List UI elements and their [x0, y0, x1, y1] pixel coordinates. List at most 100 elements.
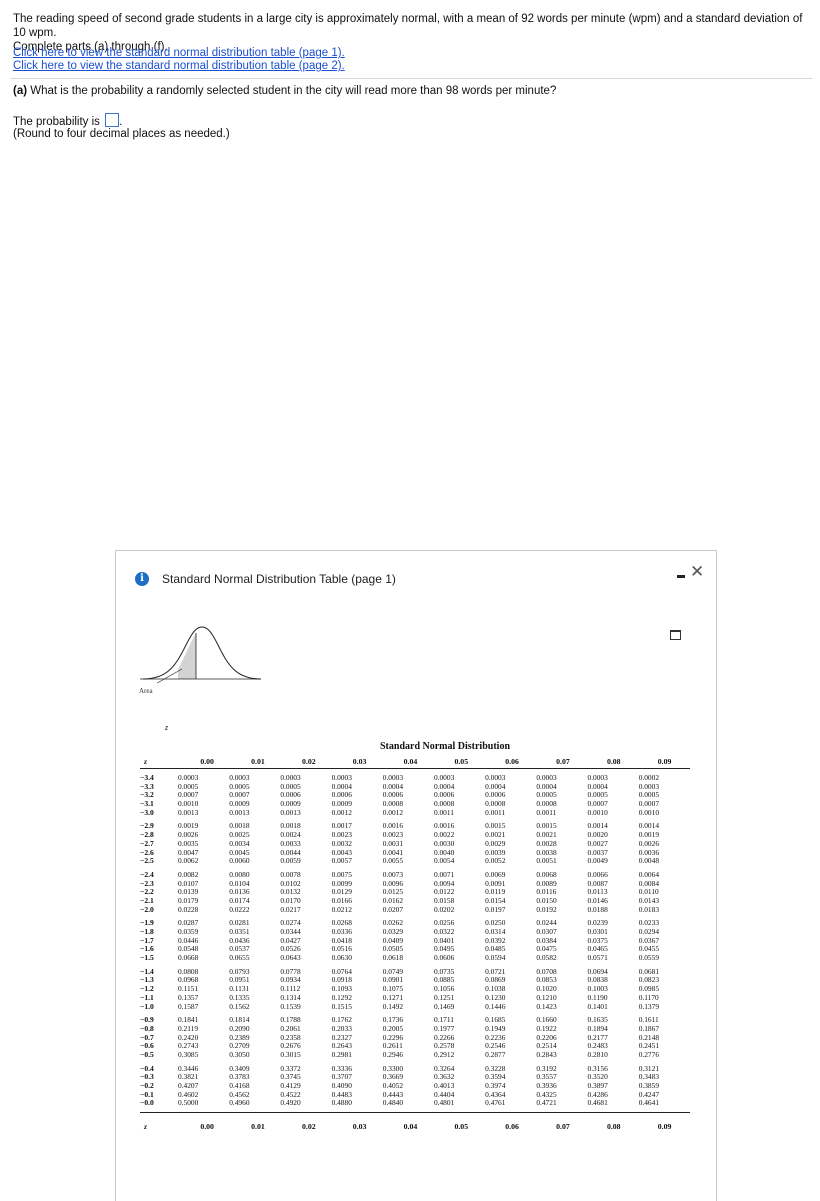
column-header: 0.00 — [200, 1122, 214, 1132]
table-cell: 0.0051 — [536, 856, 557, 866]
answer-line: The probability is . — [13, 113, 122, 129]
table-row: −1.5 0.0668 0.0655 0.0643 0.0630 0.0618 0.0606… — [140, 953, 690, 963]
dialog-header: i Standard Normal Distribution Table (pa… — [116, 551, 716, 606]
table-cell: 0.0594 — [485, 953, 506, 963]
table-cell: 0.0013 — [178, 807, 199, 817]
close-icon[interactable]: ✕ — [690, 563, 704, 580]
column-header: 0.05 — [454, 757, 469, 766]
table-cell: 0.2843 — [536, 1049, 557, 1059]
table-cell: 0.0217 — [280, 904, 301, 914]
bell-curve-figure — [140, 626, 262, 683]
column-header: 0.06 — [505, 757, 519, 766]
table-cell: 0.5000 — [178, 1098, 199, 1108]
table-cell: 0.4721 — [536, 1098, 557, 1108]
problem-intro: The reading speed of second grade studen… — [13, 13, 803, 39]
table-cell: 0.0062 — [178, 856, 199, 866]
row-group: −1.9 0.0287 0.0281 0.0274 0.0268 0.0262 0.0256… — [140, 919, 690, 962]
part-a-text: What is the probability a randomly selec… — [30, 85, 557, 97]
table-cell: 0.1423 — [536, 1001, 557, 1011]
column-header: 0.01 — [251, 757, 265, 766]
table-cell: 0.0052 — [485, 856, 506, 866]
table-cell: 0.1492 — [382, 1001, 404, 1011]
table-cell: 0.0011 — [433, 807, 454, 817]
table-cell: 0.4960 — [229, 1098, 250, 1108]
table-cell: 0.0059 — [280, 856, 301, 866]
column-header: 0.07 — [556, 757, 570, 766]
table-cell: 0.4840 — [382, 1098, 404, 1108]
table-cell: 0.0188 — [587, 904, 608, 914]
table-cell: 0.0643 — [280, 953, 301, 963]
table-cell: 0.0228 — [178, 904, 199, 914]
table-row: −3.0 0.0013 0.0013 0.0013 0.0012 0.0012 0.0011… — [140, 807, 690, 818]
table-header-row: z 0.00 0.01 0.02 0.03 0.04 0.05 0.06 0.07 0.08 0.0… — [140, 752, 690, 769]
rounding-note: (Round to four decimal places as needed.… — [13, 128, 230, 140]
area-label: Area — [139, 687, 153, 695]
table-cell: 0.0012 — [382, 807, 404, 817]
table-cell: 0.0559 — [638, 953, 660, 963]
table-cell: 0.0197 — [485, 904, 506, 914]
table-cell: 0.2877 — [485, 1049, 506, 1059]
column-header: 0.04 — [403, 1122, 418, 1132]
minimize-icon[interactable] — [677, 575, 685, 578]
column-header: 0.09 — [657, 1122, 672, 1132]
dialog-title: Standard Normal Distribution Table (page… — [162, 572, 396, 586]
z-value: −0.5 — [140, 1049, 154, 1059]
table-link-page-1[interactable]: Click here to view the standard normal d… — [13, 47, 345, 60]
row-group: −1.4 0.0808 0.0793 0.0778 0.0764 0.0749 0.0735… — [140, 967, 690, 1012]
z-value: −0.0 — [140, 1098, 154, 1108]
z-column-header: z — [144, 1122, 147, 1132]
table-cell: 0.0582 — [536, 953, 557, 963]
table-cell: 0.0668 — [178, 953, 199, 963]
table-cell: 0.2981 — [331, 1049, 352, 1059]
column-header: 0.04 — [403, 757, 418, 766]
table-cell: 0.4880 — [331, 1098, 352, 1108]
table-row: −1.0 0.1587 0.1562 0.1539 0.1515 0.1492 0.1469… — [140, 1001, 690, 1012]
column-header: 0.09 — [657, 757, 672, 766]
answer-prefix: The probability is — [13, 116, 100, 128]
table-row: −0.0 0.5000 0.4960 0.4920 0.4880 0.4840 0.4801… — [140, 1099, 690, 1108]
table-cell: 0.4681 — [587, 1098, 608, 1108]
row-group: −2.4 0.0082 0.0080 0.0078 0.0075 0.0073 0.0071… — [140, 870, 690, 914]
answer-input[interactable] — [105, 113, 120, 127]
table-cell: 0.0013 — [280, 807, 301, 817]
table-cell: 0.0011 — [536, 807, 557, 817]
table-cell: 0.1515 — [331, 1001, 352, 1011]
row-group: −0.4 0.3446 0.3409 0.3372 0.3336 0.3300 0.3264… — [140, 1064, 690, 1108]
table-cell: 0.1469 — [433, 1001, 455, 1011]
table-cell: 0.0630 — [331, 953, 352, 963]
table-body: −3.4 0.0003 0.0003 0.0003 0.0003 0.0003 0.0003… — [140, 773, 690, 1108]
table-row: −0.5 0.3085 0.3050 0.3015 0.2981 0.2946 0.2912… — [140, 1049, 690, 1060]
table-cell: 0.1562 — [229, 1001, 250, 1011]
z-value: −3.0 — [140, 807, 154, 817]
table-cell: 0.2946 — [382, 1049, 404, 1059]
table-link-page-2[interactable]: Click here to view the standard normal d… — [13, 60, 345, 73]
z-value: −1.5 — [140, 953, 154, 963]
column-header: 0.03 — [352, 757, 367, 766]
z-label: z — [165, 723, 169, 732]
row-group: −2.9 0.0019 0.0018 0.0018 0.0017 0.0016 0.0016… — [140, 822, 690, 865]
column-header: 0.03 — [352, 1122, 367, 1132]
table-cell: 0.4801 — [433, 1098, 455, 1108]
column-header: 0.02 — [301, 1122, 316, 1132]
table-cell: 0.0192 — [536, 904, 557, 914]
table-dialog: i Standard Normal Distribution Table (pa… — [115, 550, 717, 1201]
z-column-header: z — [144, 757, 147, 766]
table-cell: 0.0571 — [587, 953, 608, 963]
table-cell: 0.0054 — [433, 856, 455, 866]
z-value: −2.5 — [140, 856, 154, 866]
print-icon[interactable] — [670, 630, 681, 640]
part-a-question: (a) What is the probability a randomly s… — [13, 85, 556, 97]
part-a-label: (a) — [13, 85, 28, 97]
table-cell: 0.0202 — [433, 904, 455, 914]
row-group: −0.9 0.1841 0.1814 0.1788 0.1762 0.1736 0.1711… — [140, 1015, 690, 1060]
table-links: Click here to view the standard normal d… — [13, 47, 345, 73]
column-header: 0.02 — [301, 757, 316, 766]
table-title: Standard Normal Distribution — [379, 741, 510, 752]
table-row: −2.5 0.0062 0.0060 0.0059 0.0057 0.0055 0.0054… — [140, 856, 690, 866]
column-header: 0.08 — [606, 1122, 621, 1132]
table-cell: 0.0010 — [587, 807, 608, 817]
divider — [10, 78, 812, 79]
standard-normal-table: Standard Normal Distribution z 0.00 0.01 0.… — [140, 741, 690, 1131]
info-icon: i — [135, 572, 149, 586]
table-cell: 0.1587 — [178, 1001, 199, 1011]
